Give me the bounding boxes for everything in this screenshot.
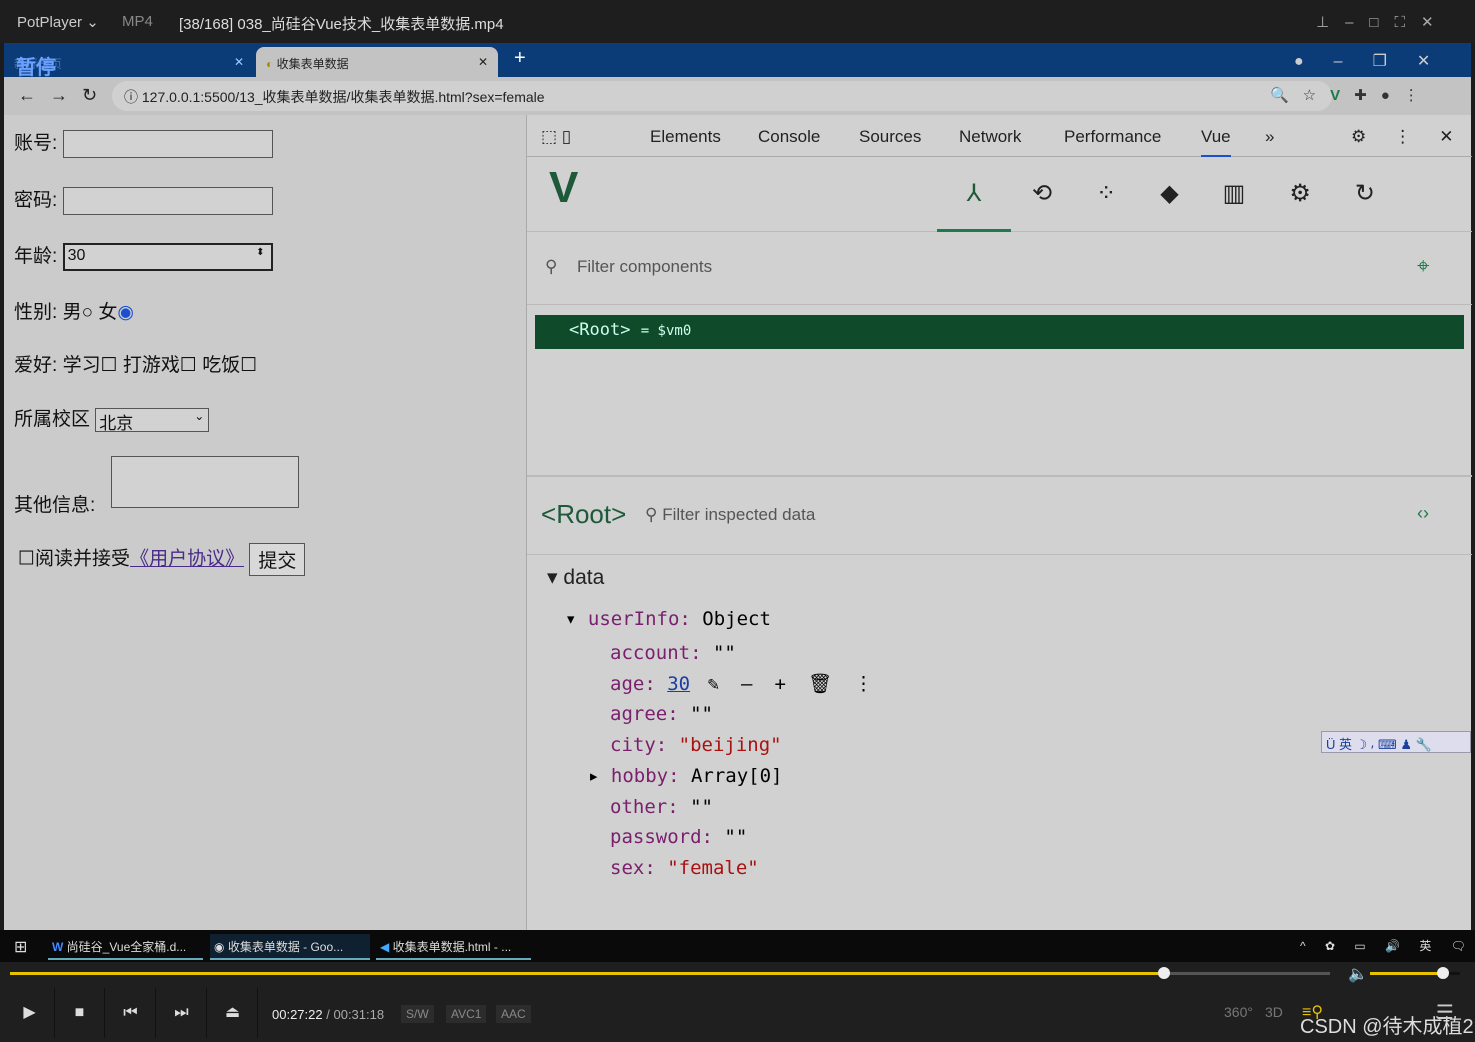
prop-row[interactable]: ▸ hobby: Array[0] xyxy=(588,761,895,792)
root-component-node[interactable]: <Root> = $vm0 xyxy=(535,315,1464,349)
taskbar-item-word[interactable]: W 尚硅谷_Vue全家桶.d... xyxy=(48,934,203,960)
browser-tabbar: 新标签页 ✕ 暂停 ◐ 收集表单数据 ✕ + ●–❐✕ xyxy=(4,43,1471,79)
app-menu[interactable]: PotPlayer ⌄ xyxy=(17,13,99,31)
url-input[interactable]: ⓘ 127.0.0.1:5500/13_收集表单数据/收集表单数据.html?s… xyxy=(112,81,1332,111)
devtools-panel: ⬚ ▯ Elements Console Sources Network Per… xyxy=(526,115,1472,930)
edit-actions-icons[interactable]: ✎–+🗑⋮ xyxy=(708,673,895,695)
prop-row[interactable]: password: "" xyxy=(610,822,895,853)
seek-bar[interactable] xyxy=(10,967,1330,979)
hobby-checkbox[interactable]: ☐ xyxy=(101,355,118,376)
player-controls: 🔈 ▶ ■ ⏮ ⏭ ⏏ 00:27:22 / 00:31:18 S/W AVC1… xyxy=(0,962,1475,1042)
address-bar-row: ←→↻ ⓘ 127.0.0.1:5500/13_收集表单数据/收集表单数据.ht… xyxy=(4,77,1471,115)
account-input[interactable] xyxy=(62,129,273,158)
submit-button[interactable]: 提交 xyxy=(249,543,306,576)
password-input[interactable] xyxy=(62,186,273,215)
female-radio[interactable]: ◉ xyxy=(117,302,134,323)
nav-buttons[interactable]: ←→↻ xyxy=(18,85,111,106)
prop-row[interactable]: account: "" xyxy=(610,638,895,669)
next-button[interactable]: ⏭ xyxy=(157,988,207,1038)
prop-row[interactable]: sex: "female" xyxy=(610,853,895,884)
inspector-title: <Root> xyxy=(541,499,627,529)
time-display: 00:27:22 / 00:31:18 xyxy=(272,1007,385,1022)
devtools-tabbar: ⬚ ▯ Elements Console Sources Network Per… xyxy=(527,115,1472,157)
hobby-checkbox[interactable]: ☐ xyxy=(240,355,257,376)
tab-network[interactable]: Network xyxy=(959,127,1021,147)
inspector-header: <Root> ⚲ Filter inspected data ‹› xyxy=(527,475,1472,555)
menu-icon[interactable]: ☰ xyxy=(1436,1000,1454,1025)
more-tabs-icon[interactable]: » xyxy=(1265,127,1274,147)
volume-icon[interactable]: 🔈 xyxy=(1348,964,1368,984)
components-icon[interactable]: ⅄ xyxy=(937,179,1011,232)
vue-logo-icon: V xyxy=(549,163,579,212)
devtools-controls[interactable]: ⚙⋮✕ xyxy=(1351,127,1475,147)
tab-active[interactable]: ◐ 收集表单数据 ✕ xyxy=(256,47,498,77)
browser-window-controls[interactable]: ●–❐✕ xyxy=(1294,51,1460,71)
3d-button[interactable]: 3D xyxy=(1265,1004,1283,1020)
prop-row[interactable]: age: 30 ✎–+🗑⋮ xyxy=(610,669,895,700)
inspect-icon[interactable]: ⬚ ▯ xyxy=(541,127,571,147)
prev-button[interactable]: ⏮ xyxy=(106,988,156,1038)
system-tray[interactable]: ^ ✿ ▭ 🔊 英 🗨 xyxy=(1300,937,1474,954)
eject-button[interactable]: ⏏ xyxy=(208,988,258,1038)
volume-slider[interactable] xyxy=(1370,967,1460,979)
prop-row[interactable]: city: "beijing" xyxy=(610,730,895,761)
start-icon[interactable]: ⊞ xyxy=(14,937,27,957)
prop-row[interactable]: other: "" xyxy=(610,792,895,823)
agreement-link[interactable]: 《用户协议》 xyxy=(130,549,244,570)
vue-toolbar: V ⅄ ⟲⁘◆▥⚙↻ xyxy=(527,157,1472,232)
userinfo-props: account: "" age: 30 ✎–+🗑⋮ agree: "" city… xyxy=(588,638,895,884)
tab-console[interactable]: Console xyxy=(758,127,820,147)
prop-row[interactable]: agree: "" xyxy=(610,699,895,730)
age-input[interactable]: 30 ⬍ xyxy=(62,242,273,271)
filter-components[interactable]: ⚲ Filter components ⌖ xyxy=(527,233,1472,305)
stop-button[interactable]: ■ xyxy=(55,988,105,1038)
windows-taskbar: ⊞ W 尚硅谷_Vue全家桶.d... ◉ 收集表单数据 - Goo... ◀ … xyxy=(0,930,1475,962)
code-icon[interactable]: ‹› xyxy=(1417,503,1429,524)
other-textarea[interactable] xyxy=(110,456,299,508)
new-tab-button[interactable]: + xyxy=(514,47,526,70)
vue-favicon-icon: ◐ xyxy=(266,57,274,71)
userinfo-node[interactable]: ▾ userInfo: Object xyxy=(565,608,771,630)
file-title: [38/168] 038_尚硅谷Vue技术_收集表单数据.mp4 xyxy=(179,16,504,33)
filter-data-input[interactable]: ⚲ Filter inspected data xyxy=(645,505,815,525)
data-section[interactable]: ▾ data xyxy=(547,565,604,590)
player-titlebar: PotPlayer ⌄ MP4 [38/168] 038_尚硅谷Vue技术_收集… xyxy=(0,0,1475,43)
page-content: 账号: 密码: 年龄: 30 ⬍ 性别: 男○ 女◉ 爱好: 学习☐ 打游戏☐ 吃… xyxy=(4,115,526,930)
badge[interactable]: AVC1 xyxy=(446,1005,487,1023)
format-label: MP4 xyxy=(122,13,153,30)
tab-vue[interactable]: Vue xyxy=(1201,127,1231,157)
taskbar-item-vscode[interactable]: ◀ 收集表单数据.html - ... xyxy=(376,934,531,960)
target-icon[interactable]: ⌖ xyxy=(1417,253,1429,279)
badge[interactable]: AAC xyxy=(496,1005,531,1023)
360-button[interactable]: 360° xyxy=(1224,1004,1253,1020)
toolbar-icons[interactable]: 🔍☆V✚●⋮ xyxy=(1270,86,1433,104)
taskbar-item-chrome[interactable]: ◉ 收集表单数据 - Goo... xyxy=(210,934,370,960)
tab-performance[interactable]: Performance xyxy=(1064,127,1161,147)
play-button[interactable]: ▶ xyxy=(5,988,55,1038)
window-controls[interactable]: ⊥–□⛶✕ xyxy=(1316,13,1450,31)
tab-elements[interactable]: Elements xyxy=(650,127,721,147)
vue-tool-icons[interactable]: ⟲⁘◆▥⚙↻ xyxy=(1032,179,1419,208)
badge[interactable]: S/W xyxy=(401,1005,434,1023)
hobby-checkbox[interactable]: ☐ xyxy=(180,355,197,376)
male-radio[interactable]: ○ xyxy=(82,302,93,323)
tab-sources[interactable]: Sources xyxy=(859,127,921,147)
agree-checkbox[interactable]: ☐ xyxy=(18,549,35,570)
ime-toolbar[interactable]: Ü 英 ☽ ⸴ ⌨ ♟ 🔧 xyxy=(1321,731,1471,753)
campus-select[interactable]: 北京 ⌄ xyxy=(95,407,210,433)
paused-overlay: 暂停 xyxy=(16,57,56,79)
